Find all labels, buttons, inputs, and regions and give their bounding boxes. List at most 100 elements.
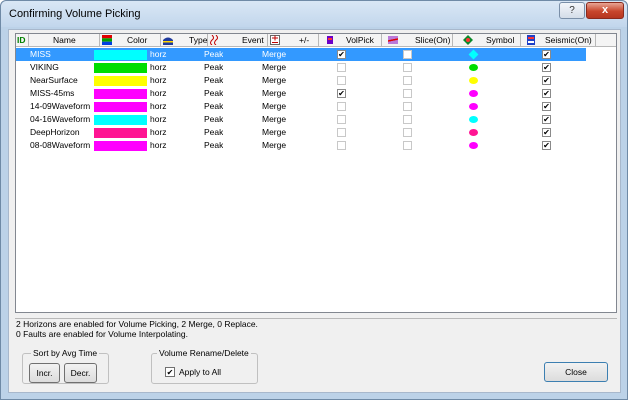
slice-checkbox[interactable] xyxy=(403,115,412,124)
horizon-name[interactable]: 08-08Waveform xyxy=(30,139,100,152)
horizon-name[interactable]: 04-16Waveform xyxy=(30,113,100,126)
column-header-color[interactable]: Color xyxy=(100,34,161,47)
volpick-checkbox[interactable] xyxy=(337,76,346,85)
apply-to-all-checkbox[interactable]: ✔ xyxy=(165,367,175,377)
close-button[interactable]: Close xyxy=(544,362,608,382)
color-swatch[interactable] xyxy=(94,115,147,125)
merge-mode[interactable]: Merge xyxy=(262,74,286,87)
horizon-event[interactable]: Peak xyxy=(204,87,223,100)
table-row[interactable]: MISS-45ms horz Peak Merge ✔ ✔ xyxy=(16,87,586,100)
seismic-checkbox[interactable]: ✔ xyxy=(542,50,551,59)
horizon-name[interactable]: MISS-45ms xyxy=(30,87,100,100)
symbol-marker[interactable] xyxy=(469,103,478,110)
horizon-grid[interactable]: ID Name Color Type Event +/- VolPick Sli… xyxy=(15,33,617,313)
slice-checkbox[interactable] xyxy=(403,102,412,111)
table-row[interactable]: DeepHorizon horz Peak Merge ✔ xyxy=(16,126,586,139)
column-header-plusminus[interactable]: +/- xyxy=(268,34,319,47)
slice-checkbox[interactable] xyxy=(403,141,412,150)
help-button[interactable]: ? xyxy=(559,2,585,19)
horizon-name[interactable]: MISS xyxy=(30,48,100,61)
horizon-name[interactable]: NearSurface xyxy=(30,74,100,87)
symbol-marker[interactable] xyxy=(469,64,478,71)
column-header-id[interactable]: ID xyxy=(16,34,29,47)
table-row[interactable]: 14-09Waveform horz Peak Merge ✔ xyxy=(16,100,586,113)
horizon-type[interactable]: horz xyxy=(150,126,167,139)
symbol-marker[interactable] xyxy=(468,49,479,60)
horizon-type[interactable]: horz xyxy=(150,113,167,126)
merge-mode[interactable]: Merge xyxy=(262,87,286,100)
horizon-event[interactable]: Peak xyxy=(204,126,223,139)
seismic-checkbox[interactable]: ✔ xyxy=(542,128,551,137)
slice-checkbox[interactable] xyxy=(403,76,412,85)
table-row[interactable]: NearSurface horz Peak Merge ✔ xyxy=(16,74,586,87)
horizon-type[interactable]: horz xyxy=(150,48,167,61)
horizon-name[interactable]: 14-09Waveform xyxy=(30,100,100,113)
symbol-marker[interactable] xyxy=(469,90,478,97)
symbol-marker[interactable] xyxy=(469,129,478,136)
seismic-checkbox[interactable]: ✔ xyxy=(542,115,551,124)
horizon-type[interactable]: horz xyxy=(150,100,167,113)
seismic-icon xyxy=(527,35,535,45)
merge-mode[interactable]: Merge xyxy=(262,113,286,126)
slice-checkbox[interactable] xyxy=(403,50,412,59)
seismic-checkbox[interactable]: ✔ xyxy=(542,141,551,150)
slice-checkbox[interactable] xyxy=(403,63,412,72)
symbol-marker[interactable] xyxy=(469,142,478,149)
horizon-event[interactable]: Peak xyxy=(204,100,223,113)
column-header-name[interactable]: Name xyxy=(29,34,100,47)
volpick-checkbox[interactable] xyxy=(337,102,346,111)
horizon-type[interactable]: horz xyxy=(150,74,167,87)
sort-incr-button[interactable]: Incr. xyxy=(29,363,60,383)
seismic-checkbox[interactable]: ✔ xyxy=(542,63,551,72)
horizon-name[interactable]: VIKING xyxy=(30,61,100,74)
horizon-event[interactable]: Peak xyxy=(204,61,223,74)
sort-decr-button[interactable]: Decr. xyxy=(64,363,97,383)
table-row[interactable]: 08-08Waveform horz Peak Merge ✔ xyxy=(16,139,586,152)
color-swatch[interactable] xyxy=(94,63,147,73)
horizon-type[interactable]: horz xyxy=(150,61,167,74)
volpick-checkbox[interactable] xyxy=(337,63,346,72)
volpick-checkbox[interactable]: ✔ xyxy=(337,89,346,98)
color-swatch[interactable] xyxy=(94,141,147,151)
column-header-type[interactable]: Type xyxy=(161,34,208,47)
symbol-marker[interactable] xyxy=(469,77,478,84)
horizon-event[interactable]: Peak xyxy=(204,113,223,126)
window-close-button[interactable]: x xyxy=(586,2,624,19)
horizon-name[interactable]: DeepHorizon xyxy=(30,126,100,139)
volpick-checkbox[interactable]: ✔ xyxy=(337,50,346,59)
slice-checkbox[interactable] xyxy=(403,128,412,137)
volpick-checkbox[interactable] xyxy=(337,128,346,137)
table-row[interactable]: 04-16Waveform horz Peak Merge ✔ xyxy=(16,113,586,126)
volpick-checkbox[interactable] xyxy=(337,141,346,150)
horizon-event[interactable]: Peak xyxy=(204,48,223,61)
table-row[interactable]: VIKING horz Peak Merge ✔ xyxy=(16,61,586,74)
horizon-type[interactable]: horz xyxy=(150,87,167,100)
merge-mode[interactable]: Merge xyxy=(262,48,286,61)
horizon-event[interactable]: Peak xyxy=(204,139,223,152)
column-header-seismic[interactable]: Seismic(On) xyxy=(521,34,596,47)
color-swatch[interactable] xyxy=(94,50,147,60)
horizon-type[interactable]: horz xyxy=(150,139,167,152)
table-row[interactable]: MISS horz Peak Merge ✔ ✔ xyxy=(16,48,586,61)
color-swatch[interactable] xyxy=(94,102,147,112)
seismic-checkbox[interactable]: ✔ xyxy=(542,89,551,98)
merge-mode[interactable]: Merge xyxy=(262,61,286,74)
column-header-symbol[interactable]: Symbol xyxy=(453,34,521,47)
volpick-checkbox[interactable] xyxy=(337,115,346,124)
merge-mode[interactable]: Merge xyxy=(262,126,286,139)
dialog-client-area: ID Name Color Type Event +/- VolPick Sli… xyxy=(8,29,621,393)
symbol-marker[interactable] xyxy=(469,116,478,123)
seismic-checkbox[interactable]: ✔ xyxy=(542,76,551,85)
color-swatch[interactable] xyxy=(94,128,147,138)
horizon-event[interactable]: Peak xyxy=(204,74,223,87)
column-header-slice[interactable]: Slice(On) xyxy=(382,34,453,47)
color-swatch[interactable] xyxy=(94,89,147,99)
column-header-event[interactable]: Event xyxy=(208,34,268,47)
column-header-volpick[interactable]: VolPick xyxy=(319,34,382,47)
seismic-checkbox[interactable]: ✔ xyxy=(542,102,551,111)
merge-mode[interactable]: Merge xyxy=(262,139,286,152)
merge-mode[interactable]: Merge xyxy=(262,100,286,113)
slice-checkbox[interactable] xyxy=(403,89,412,98)
rename-group: Volume Rename/Delete ✔ Apply to All xyxy=(151,348,258,384)
color-swatch[interactable] xyxy=(94,76,147,86)
